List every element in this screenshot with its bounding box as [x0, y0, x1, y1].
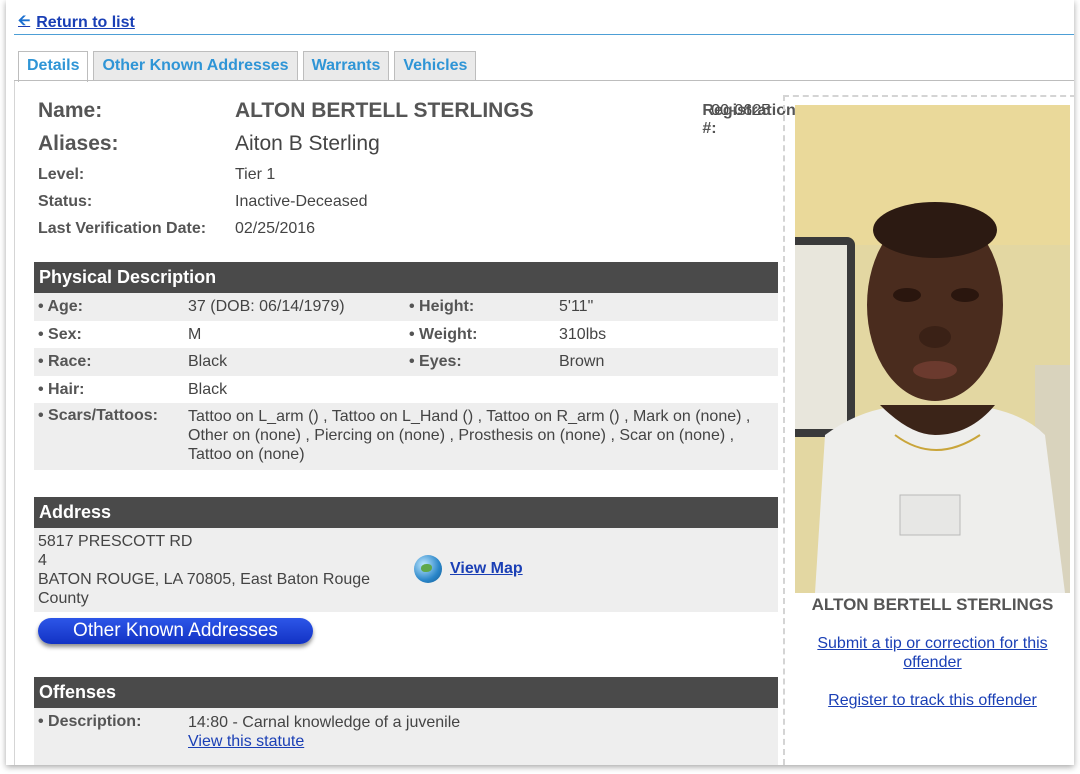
physical-description-header: Physical Description — [34, 262, 778, 293]
name-row: Name: ALTON BERTELL STERLINGS Registrati… — [38, 99, 796, 137]
address-block: 5817 PRESCOTT RD 4 BATON ROUGE, LA 70805… — [34, 528, 778, 612]
height-value: 5'11" — [559, 298, 594, 315]
race-label: • Race: — [38, 353, 92, 370]
status-value: Inactive-Deceased — [235, 193, 368, 210]
registration-label: Registration #: — [702, 102, 796, 137]
name-label: Name: — [38, 99, 103, 122]
offense-description-cell: 14:80 - Carnal knowledge of a juvenile V… — [188, 713, 460, 751]
address-lines: 5817 PRESCOTT RD 4 BATON ROUGE, LA 70805… — [38, 532, 393, 608]
weight-label: • Weight: — [409, 326, 478, 343]
sex-label: • Sex: — [38, 326, 82, 343]
submit-tip-link[interactable]: Submit a tip or correction for this offe… — [805, 634, 1060, 672]
address-header: Address — [34, 497, 778, 528]
tab-warrants[interactable]: Warrants — [302, 51, 390, 81]
offender-name: ALTON BERTELL STERLINGS — [235, 99, 534, 122]
view-map-label: View Map — [450, 560, 523, 577]
globe-icon — [414, 555, 442, 583]
arrow-left-icon: 🡨 — [18, 12, 31, 29]
scars-value: Tattoo on L_arm () , Tattoo on L_Hand ()… — [188, 408, 751, 463]
status-label: Status: — [38, 193, 93, 210]
physical-row-race-eyes: • Race: Black • Eyes: Brown — [34, 348, 778, 376]
sidebar-offender-name: ALTON BERTELL STERLINGS — [811, 595, 1054, 614]
address-line-2: 4 — [38, 552, 47, 569]
physical-row-hair: • Hair: Black — [34, 376, 778, 403]
eyes-value: Brown — [559, 353, 605, 370]
level-value: Tier 1 — [235, 166, 276, 183]
age-label: • Age: — [38, 298, 84, 315]
offender-detail-window: 🡨 Return to list Details Other Known Add… — [6, 0, 1074, 765]
weight-value: 310lbs — [559, 326, 607, 343]
offender-photo — [795, 105, 1070, 593]
offenses-header: Offenses — [34, 677, 778, 708]
offense-row: • Description: 14:80 - Carnal knowledge … — [34, 708, 778, 765]
top-divider — [14, 34, 1074, 35]
description-label: • Description: — [38, 713, 142, 730]
verification-value: 02/25/2016 — [235, 220, 316, 237]
other-known-addresses-button[interactable]: Other Known Addresses — [38, 618, 313, 644]
offender-sidebar: ALTON BERTELL STERLINGS Submit a tip or … — [783, 95, 1074, 765]
sex-value: M — [188, 326, 202, 343]
aliases-label: Aliases: — [38, 132, 119, 155]
hair-label: • Hair: — [38, 381, 85, 398]
hair-value: Black — [188, 381, 228, 398]
physical-row-age-height: • Age: 37 (DOB: 06/14/1979) • Height: 5'… — [34, 293, 778, 321]
physical-row-sex-weight: • Sex: M • Weight: 310lbs — [34, 321, 778, 348]
level-label: Level: — [38, 166, 85, 183]
scars-label: • Scars/Tattoos: — [38, 407, 158, 424]
register-track-link[interactable]: Register to track this offender — [805, 691, 1060, 710]
aliases-value: Aiton B Sterling — [235, 132, 380, 155]
height-label: • Height: — [409, 298, 475, 315]
view-statute-link[interactable]: View this statute — [188, 733, 304, 750]
tab-details[interactable]: Details — [18, 51, 89, 82]
address-line-3: BATON ROUGE, LA 70805, East Baton Rouge … — [38, 571, 371, 607]
level-row: Level: Tier 1 — [38, 166, 638, 184]
verification-label: Last Verification Date: — [38, 220, 207, 237]
race-value: Black — [188, 353, 228, 370]
offense-description: 14:80 - Carnal knowledge of a juvenile — [188, 714, 461, 731]
age-value: 37 (DOB: 06/14/1979) — [188, 298, 345, 315]
details-panel: Name: ALTON BERTELL STERLINGS Registrati… — [14, 81, 1074, 765]
status-row: Status: Inactive-Deceased — [38, 193, 638, 211]
return-to-list-link[interactable]: 🡨 Return to list — [18, 10, 135, 35]
tab-bar: Details Other Known Addresses Warrants V… — [18, 51, 477, 82]
registration-number: Registration #: 00-0625 — [702, 102, 795, 137]
address-line-1: 5817 PRESCOTT RD — [38, 533, 193, 550]
eyes-label: • Eyes: — [409, 353, 462, 370]
return-to-list-label: Return to list — [36, 13, 135, 31]
physical-row-scars: • Scars/Tattoos: Tattoo on L_arm () , Ta… — [34, 403, 778, 470]
view-map-link[interactable]: View Map — [414, 555, 523, 583]
verification-row: Last Verification Date: 02/25/2016 — [38, 220, 638, 238]
tab-vehicles[interactable]: Vehicles — [394, 51, 477, 81]
tab-other-known-addresses[interactable]: Other Known Addresses — [93, 51, 298, 81]
